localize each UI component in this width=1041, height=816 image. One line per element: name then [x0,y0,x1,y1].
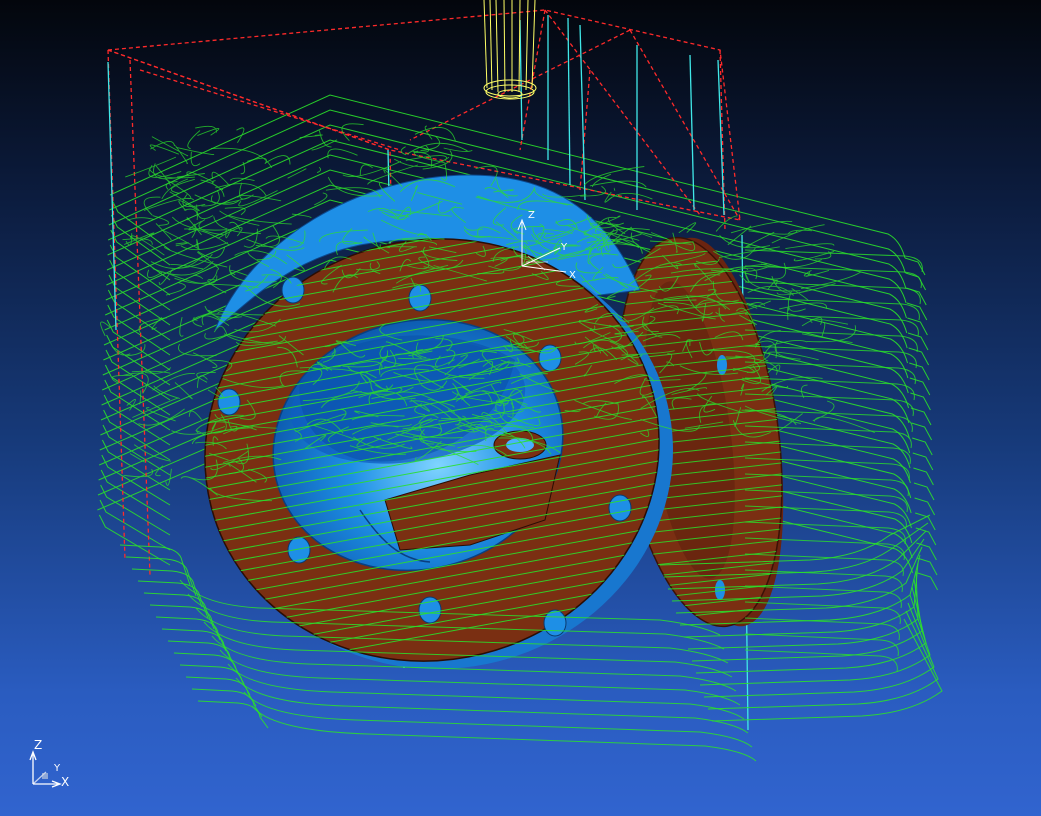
bolt-hole [608,494,632,522]
bolt-hole [543,609,567,637]
model-axis-z-label: Z [528,210,535,221]
axis-triad-icon[interactable]: Z Y X [29,738,69,789]
view-axis-x-label: X [61,775,69,789]
cam-3d-viewport[interactable]: Z Y X Z Y X [0,0,1041,816]
bolt-hole [217,388,241,416]
model-axis-x-label: X [569,270,576,281]
view-axis-y-label: Y [53,763,61,774]
model-axis-y-label: Y [560,242,568,253]
view-axis-z-label: Z [34,738,42,752]
machining-scene[interactable]: Z Y X Z Y X [0,0,1041,816]
bolt-hole [281,276,305,304]
